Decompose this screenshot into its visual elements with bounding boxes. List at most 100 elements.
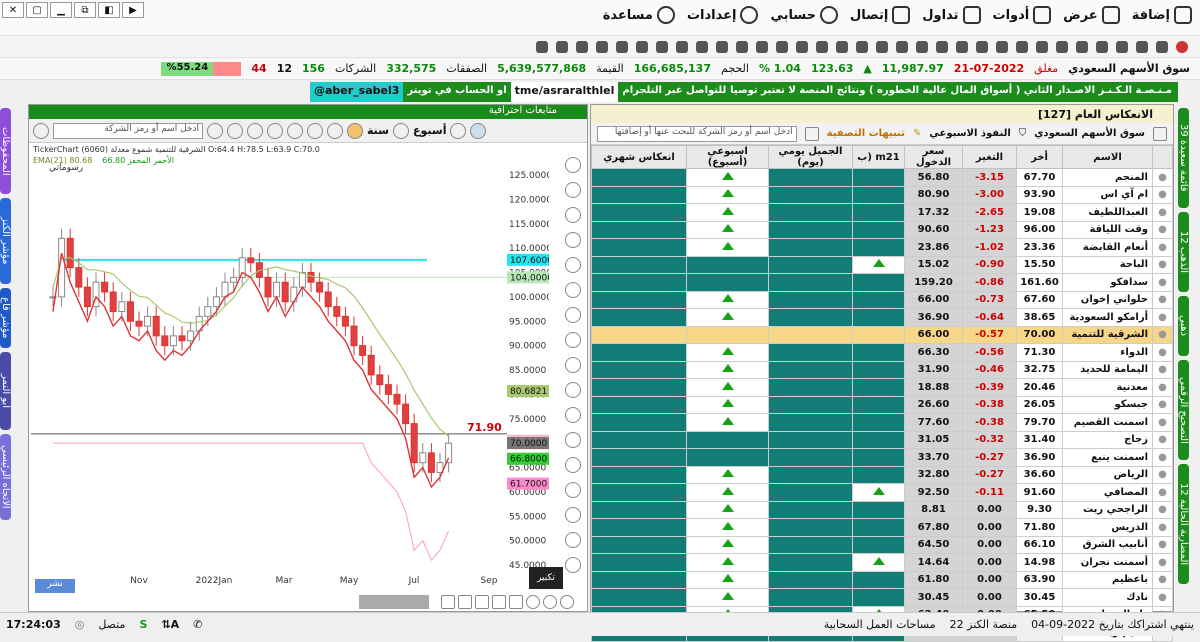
line-icon[interactable]	[565, 232, 581, 248]
left-tab-saved[interactable]: المحفوظات	[0, 108, 11, 194]
twitter-handle[interactable]: aber_sabel3@	[310, 82, 404, 102]
tool-icon[interactable]	[1096, 40, 1108, 53]
menu-item-view[interactable]: عرض	[1063, 6, 1120, 24]
bulb-icon[interactable]: ●	[1158, 574, 1167, 585]
bulb-icon[interactable]: ●	[1158, 522, 1167, 533]
market-select[interactable]: سوق الأسهم السعودي	[1034, 128, 1145, 139]
table-row[interactable]: ● اسمنت القصيم 79.70 0.38- 77.60	[591, 413, 1173, 432]
tool-icon[interactable]	[956, 40, 968, 53]
right-tab-correction[interactable]: التصحيح الرقمي	[1178, 360, 1189, 460]
table-row[interactable]: ● المصافي 91.60 0.11- 92.50	[591, 483, 1173, 502]
col-m21[interactable]: m21 (ب	[852, 145, 905, 169]
range-label[interactable]: سنة	[367, 124, 389, 137]
bulb-icon[interactable]: ●	[1158, 207, 1167, 218]
draw-icon[interactable]	[347, 122, 363, 139]
tool-icon[interactable]	[1036, 40, 1048, 53]
col-entry[interactable]: سعر الدخول	[904, 145, 963, 169]
scanner-search-input[interactable]: ادخل اسم أو رمز الشركة للبحث عنها أو إضا…	[596, 125, 797, 142]
bulb-icon[interactable]: ●	[1158, 294, 1167, 305]
magnet-icon[interactable]	[565, 482, 581, 498]
search-icon[interactable]	[207, 122, 223, 139]
timeframe-label[interactable]: أسبوع	[413, 124, 447, 137]
cursor-icon[interactable]	[565, 157, 581, 173]
table-row[interactable]: ● اليمامة للحديد 32.75 0.46- 31.90	[591, 360, 1173, 379]
phone-icon[interactable]: ✆	[193, 618, 202, 631]
col-name[interactable]: الاسم	[1062, 145, 1153, 169]
zoom-more-icon[interactable]	[509, 595, 523, 609]
bulb-icon[interactable]: ●	[1158, 399, 1167, 410]
tool-icon[interactable]	[1056, 40, 1068, 53]
ellipse-icon[interactable]	[565, 257, 581, 273]
col-daily[interactable]: الجميل يومي (يوم)	[768, 145, 853, 169]
close-icon[interactable]: ✕	[2, 2, 24, 18]
language-button[interactable]: ⇅A	[161, 618, 179, 631]
tool-icon[interactable]	[976, 40, 988, 53]
left-tab-kanz[interactable]: مؤشر الكنز	[0, 198, 11, 284]
tool-icon[interactable]	[1136, 40, 1148, 53]
table-row[interactable]: ● الباحة 15.50 0.90- 15.02	[591, 255, 1173, 274]
bulb-icon[interactable]: ●	[1158, 487, 1167, 498]
zoom-out-icon[interactable]	[458, 595, 472, 609]
measure-icon[interactable]	[565, 407, 581, 423]
menu-item-tools[interactable]: أدوات	[993, 6, 1052, 24]
table-row[interactable]: ● الدواء 71.30 0.56- 66.30	[591, 343, 1173, 362]
tool-icon[interactable]	[916, 40, 928, 53]
tool-icon[interactable]	[936, 40, 948, 53]
menu-item-trade[interactable]: تداول	[922, 6, 981, 24]
table-row[interactable]: ● العبداللطيف 19.08 2.65- 17.32	[591, 203, 1173, 222]
bulb-icon[interactable]: ●	[1158, 417, 1167, 428]
eraser-icon[interactable]	[565, 457, 581, 473]
tool-icon[interactable]	[996, 40, 1008, 53]
menu-item-connect[interactable]: إتصال	[850, 6, 911, 24]
right-tab-golden[interactable]: ذهبي	[1178, 296, 1189, 356]
menu-item-add[interactable]: إضافة	[1132, 6, 1192, 24]
crosshair-icon[interactable]	[565, 182, 581, 198]
bulb-icon[interactable]: ●	[1158, 469, 1167, 480]
bulb-icon[interactable]: ●	[1158, 347, 1167, 358]
bulb-icon[interactable]: ●	[1158, 592, 1167, 603]
fib-icon[interactable]	[565, 307, 581, 323]
col-change[interactable]: التغير	[962, 145, 1017, 169]
tool-icon[interactable]	[796, 40, 808, 53]
tool-icon[interactable]	[756, 40, 768, 53]
chart-search-input[interactable]: ادخل اسم أو رمز الشركة	[53, 122, 203, 139]
table-row[interactable]: ● معدنية 20.46 0.39- 18.88	[591, 378, 1173, 397]
menu-item-settings[interactable]: إعدادات	[687, 6, 759, 24]
filter-select[interactable]: النفوذ الاسبوعي	[929, 128, 1010, 139]
zoom-in-icon[interactable]	[441, 595, 455, 609]
left-tab-tiger[interactable]: أبو النمر	[0, 352, 11, 430]
table-row[interactable]: ● سدافكو 161.60 0.86- 159.20	[591, 273, 1173, 292]
bulb-icon[interactable]: ●	[1158, 434, 1167, 445]
bulb-icon[interactable]: ●	[1158, 242, 1167, 253]
compare-icon[interactable]	[287, 122, 303, 139]
table-row[interactable]: ● حلواني إخوان 67.60 0.73- 66.00	[591, 290, 1173, 309]
telegram-link[interactable]: tme/asraralthlel	[510, 82, 619, 102]
indicator-icon[interactable]	[267, 122, 283, 139]
zoom-fit-icon[interactable]	[475, 595, 489, 609]
tool-icon[interactable]	[716, 40, 728, 53]
table-row[interactable]: ● الدريس 71.80 0.00 67.80	[591, 518, 1173, 537]
tool-icon[interactable]	[1116, 40, 1128, 53]
bulb-icon[interactable]: ●	[1158, 172, 1167, 183]
zoom-search-icon[interactable]	[526, 595, 540, 609]
trash-icon[interactable]	[565, 557, 581, 573]
table-row[interactable]: ● الراجحي ريت 9.30 0.00 8.81	[591, 500, 1173, 519]
bulb-icon[interactable]: ●	[1158, 189, 1167, 200]
bulb-icon[interactable]: ●	[1158, 312, 1167, 323]
zoom-reset-icon[interactable]	[492, 595, 506, 609]
menu-item-account[interactable]: حسابي	[770, 6, 838, 24]
minimize-icon[interactable]: ▁	[50, 2, 72, 18]
menu-item-help[interactable]: مساعدة	[603, 6, 675, 24]
tool-icon[interactable]	[1076, 40, 1088, 53]
tool-icon[interactable]	[536, 40, 548, 53]
bulb-icon[interactable]: ●	[1158, 329, 1167, 340]
alerts-link[interactable]: تنبيهات التصفية	[827, 128, 905, 139]
bulb-icon[interactable]: ●	[1158, 557, 1167, 568]
bulb-icon[interactable]: ●	[1158, 504, 1167, 515]
link-icon[interactable]	[392, 122, 409, 139]
bulb-icon[interactable]: ●	[1158, 277, 1167, 288]
table-row[interactable]: ● نادك 30.45 0.00 30.45	[591, 588, 1173, 607]
tool-icon[interactable]	[616, 40, 628, 53]
bulb-icon[interactable]: ●	[1158, 539, 1167, 550]
zoom-search3-icon[interactable]	[560, 595, 574, 609]
